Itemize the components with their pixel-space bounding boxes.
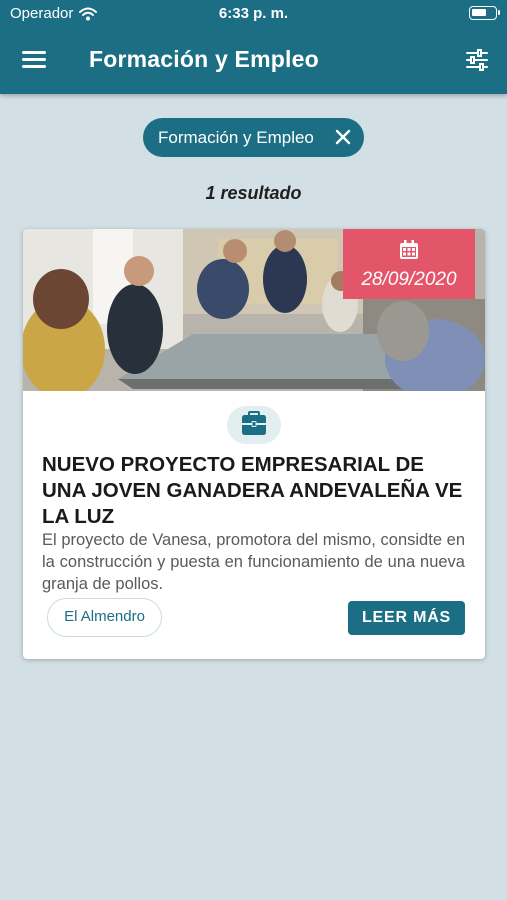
date-badge: 28/09/2020 xyxy=(343,229,475,299)
status-bar: Operador 6:33 p. m. xyxy=(0,0,507,28)
news-card[interactable]: 28/09/2020 NUEVO PROYECTO EMPRESARIAL DE… xyxy=(23,229,485,659)
nav-bar: Formación y Empleo xyxy=(0,38,507,82)
page-title: Formación y Empleo xyxy=(89,46,319,72)
news-summary: El proyecto de Vanesa, promotora del mis… xyxy=(42,531,465,593)
read-more-button[interactable]: LEER MÁS xyxy=(348,601,465,635)
news-date: 28/09/2020 xyxy=(361,269,457,290)
category-badge xyxy=(227,406,281,444)
calendar-icon xyxy=(400,240,418,259)
filter-chip[interactable]: Formación y Empleo xyxy=(143,118,364,157)
app-header: Operador 6:33 p. m. Formación y Empleo xyxy=(0,0,507,94)
results-count: 1 resultado xyxy=(205,183,302,203)
close-icon[interactable] xyxy=(334,128,352,146)
news-title[interactable]: NUEVO PROYECTO EMPRESARIAL DE UNA JOVEN … xyxy=(42,452,467,530)
location-tag[interactable]: El Almendro xyxy=(47,598,162,637)
battery-icon xyxy=(469,6,500,20)
filter-chip-label: Formación y Empleo xyxy=(158,127,314,147)
sliders-icon[interactable] xyxy=(465,48,489,72)
hamburger-icon[interactable] xyxy=(22,48,48,70)
status-time: 6:33 p. m. xyxy=(218,5,289,22)
briefcase-icon xyxy=(242,411,266,435)
